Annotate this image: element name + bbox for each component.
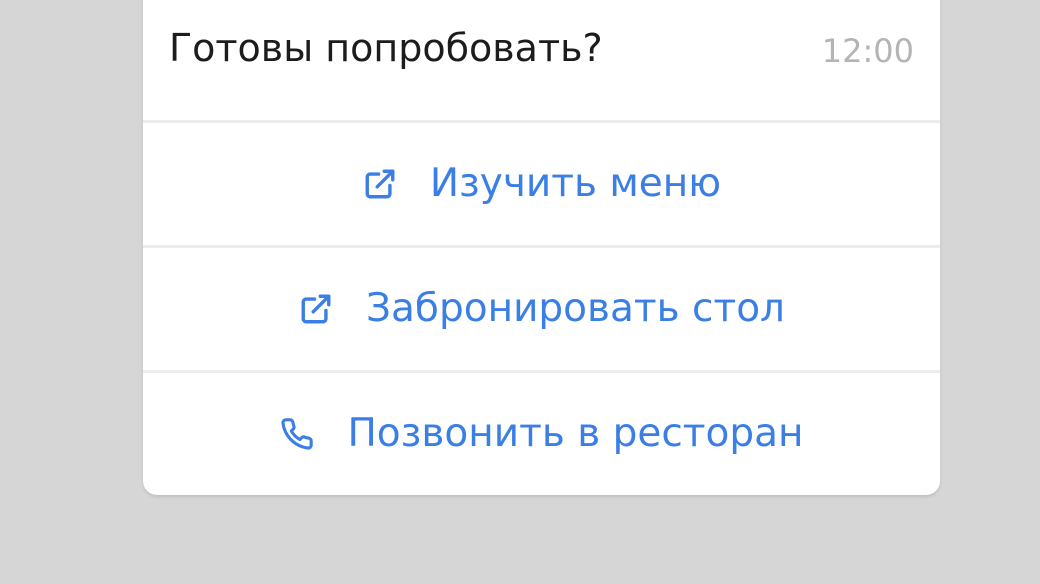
external-link-icon: [362, 166, 398, 202]
message-bubble: Готовы попробовать? 12:00: [143, 0, 940, 99]
call-restaurant-button[interactable]: Позвонить в ресторан: [143, 373, 940, 495]
book-table-button[interactable]: Забронировать стол: [143, 248, 940, 370]
message-text: Готовы попробовать?: [169, 26, 603, 70]
call-restaurant-label: Позвонить в ресторан: [347, 411, 804, 456]
message-timestamp: 12:00: [821, 32, 914, 70]
external-link-icon: [298, 291, 334, 327]
phone-icon: [279, 416, 315, 452]
explore-menu-label: Изучить меню: [429, 161, 722, 206]
explore-menu-button[interactable]: Изучить меню: [143, 123, 940, 245]
message-card: Готовы попробовать? 12:00 Изучить меню З…: [143, 0, 940, 495]
book-table-label: Забронировать стол: [366, 286, 785, 331]
